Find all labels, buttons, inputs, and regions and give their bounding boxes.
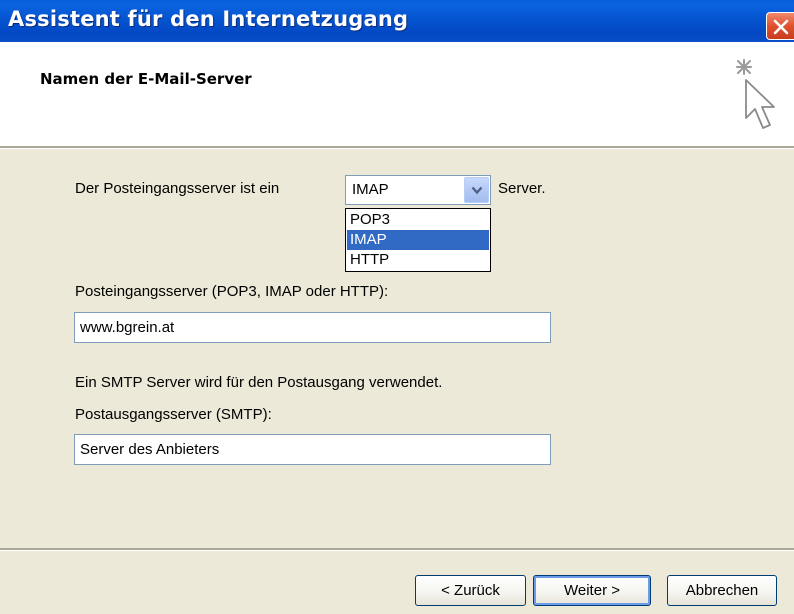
dropdown-option-imap[interactable]: IMAP	[347, 230, 489, 250]
close-button[interactable]	[766, 12, 794, 40]
outgoing-server-input[interactable]: Server des Anbieters	[74, 434, 551, 465]
window-title: Assistent für den Internetzugang	[8, 7, 409, 31]
footer-divider	[0, 548, 794, 551]
outgoing-server-value: Server des Anbieters	[80, 441, 220, 458]
incoming-server-value: www.bgrein.at	[80, 319, 175, 336]
server-type-dropdown-list: POP3 IMAP HTTP	[345, 208, 491, 272]
smtp-info-text: Ein SMTP Server wird für den Postausgang…	[75, 374, 443, 391]
incoming-server-label: Posteingangsserver (POP3, IMAP oder HTTP…	[75, 283, 389, 300]
wizard-header: Namen der E-Mail-Server	[0, 42, 794, 146]
header-divider	[0, 146, 794, 149]
server-suffix-label: Server.	[498, 180, 546, 197]
incoming-type-label: Der Posteingangsserver ist ein	[75, 180, 280, 197]
back-button[interactable]: < Zurück	[415, 575, 526, 606]
next-button[interactable]: Weiter >	[533, 575, 651, 606]
server-type-value: IMAP	[352, 181, 389, 198]
server-type-select[interactable]: IMAP	[345, 175, 491, 205]
dropdown-button[interactable]	[464, 177, 489, 203]
dropdown-option-pop3[interactable]: POP3	[347, 210, 489, 230]
wizard-wand-cursor-icon	[720, 52, 788, 149]
cancel-button[interactable]: Abbrechen	[667, 575, 777, 606]
title-bar: Assistent für den Internetzugang	[0, 0, 794, 42]
incoming-server-input[interactable]: www.bgrein.at	[74, 312, 551, 343]
dropdown-option-http[interactable]: HTTP	[347, 250, 489, 270]
outgoing-server-label: Postausgangsserver (SMTP):	[75, 406, 272, 423]
page-title: Namen der E-Mail-Server	[40, 70, 252, 88]
